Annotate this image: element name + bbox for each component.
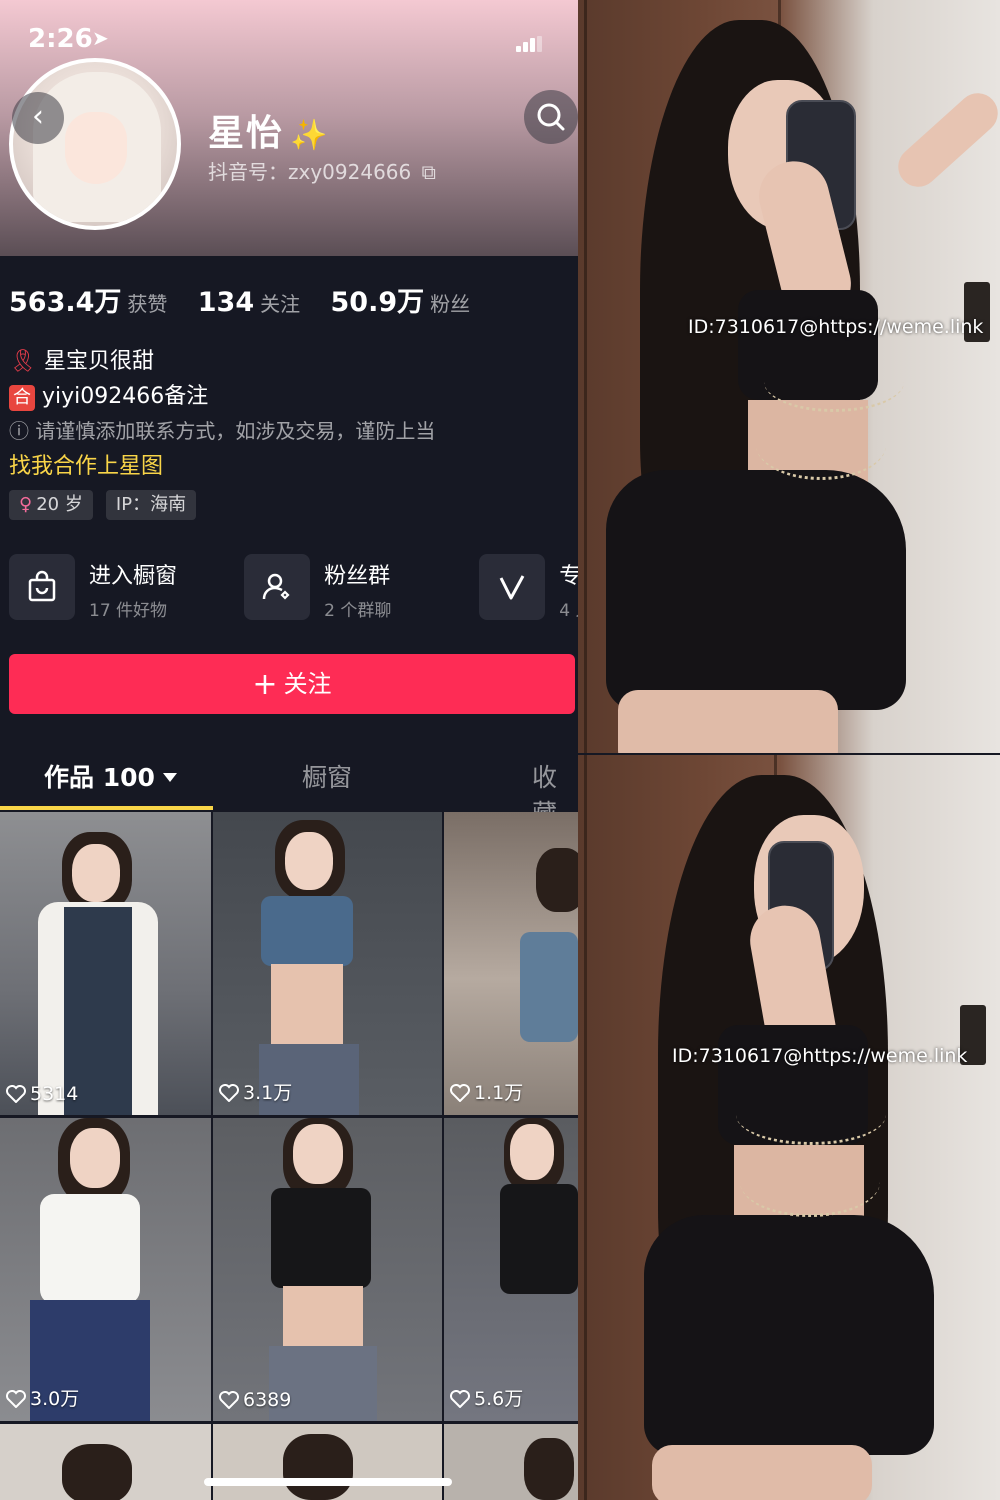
search-button[interactable] — [524, 90, 578, 144]
copy-icon[interactable]: ⧉ — [422, 160, 436, 184]
ip-tag: IP：海南 — [105, 490, 197, 520]
like-count: 6389 — [219, 1389, 291, 1411]
profile-nickname: 星怡 ✨ — [208, 104, 329, 156]
search-icon — [537, 103, 565, 131]
location-arrow-icon: ➤ — [92, 26, 109, 50]
photo-watermark: ID:7310617@https://weme.link — [688, 316, 984, 338]
avatar[interactable] — [9, 58, 181, 230]
like-count: 5.6万 — [450, 1384, 523, 1411]
heart-icon — [6, 1085, 26, 1104]
entry-sub: 4 人加 — [559, 601, 578, 621]
video-thumbnail[interactable]: 1.1万 — [444, 812, 578, 1115]
signal-icon — [516, 36, 542, 52]
video-thumbnail[interactable]: 3.1万 — [213, 812, 442, 1115]
status-time: 2:26 — [28, 24, 93, 54]
tab-indicator — [0, 806, 213, 810]
back-button[interactable]: ‹ — [12, 92, 64, 144]
entry-sub: 2 个群聊 — [324, 601, 392, 621]
profile-stats: 563.4万 获赞 134 关注 50.9万 粉丝 — [9, 280, 494, 319]
plus-icon: + — [252, 667, 278, 702]
video-thumbnail[interactable]: 5.6万 — [444, 1118, 578, 1421]
status-bar: 2:26 ➤ — [28, 24, 578, 58]
heart-icon — [6, 1390, 26, 1409]
bio-line-2: yiyi092466备注 — [42, 384, 209, 409]
douyin-id-text: 抖音号：zxy0924666 — [208, 160, 412, 184]
video-thumbnail[interactable] — [0, 1424, 211, 1500]
follow-button[interactable]: + 关注 — [9, 654, 575, 714]
content-tabs: 作品 100 橱窗 收藏 — [0, 740, 578, 828]
video-thumbnail[interactable] — [213, 1424, 442, 1500]
home-indicator[interactable] — [204, 1478, 452, 1486]
shopping-bag-icon — [28, 570, 56, 602]
nickname-text: 星怡 — [208, 113, 285, 154]
info-icon: ⓘ — [9, 419, 29, 443]
profile-bio: 🎗 星宝贝很甜 合 yiyi092466备注 ⓘ 请谨慎添加联系方式，如涉及交易… — [9, 344, 435, 484]
video-thumbnail[interactable]: 5314 — [0, 812, 211, 1115]
profile-screen: 2:26 ➤ ‹ 星怡 ✨ 抖音号：zxy0924666 ⧉ 563.4万 获赞 1… — [0, 0, 578, 1500]
stat-likes[interactable]: 563.4万 获赞 — [9, 280, 167, 319]
profile-entries: 进入橱窗 17 件好物 粉丝群 2 个群聊 专属 4 人加 — [9, 554, 578, 622]
douyin-id[interactable]: 抖音号：zxy0924666 ⧉ — [208, 156, 436, 185]
heart-icon — [450, 1084, 470, 1103]
stat-following[interactable]: 134 关注 — [198, 287, 300, 318]
heart-icon — [450, 1390, 470, 1409]
like-count: 3.1万 — [219, 1078, 292, 1105]
entry-exclusive[interactable]: 专属 4 人加 — [479, 554, 578, 622]
heart-icon — [219, 1084, 239, 1103]
follow-button-label: 关注 — [283, 670, 332, 698]
v-icon — [499, 575, 525, 600]
stat-followers[interactable]: 50.9万 粉丝 — [331, 280, 471, 319]
profile-tags: ♀ 20 岁 IP：海南 — [9, 490, 204, 520]
entry-title: 进入橱窗 — [89, 564, 178, 589]
photo-watermark: ID:7310617@https://weme.link — [672, 1045, 968, 1067]
tab-shop-window[interactable]: 橱窗 — [302, 758, 352, 794]
entry-sub: 17 件好物 — [89, 601, 168, 621]
ribbon-icon: 🎗 — [9, 349, 37, 374]
entry-title: 专属 — [559, 564, 578, 589]
like-count: 3.0万 — [6, 1384, 79, 1411]
bio-line-1: 星宝贝很甜 — [43, 349, 154, 374]
video-thumbnail[interactable]: 6389 — [213, 1118, 442, 1421]
sparkle-icon: ✨ — [290, 118, 330, 153]
video-thumbnail[interactable]: 3.0万 — [0, 1118, 211, 1421]
group-icon — [262, 573, 290, 600]
chevron-left-icon: ‹ — [32, 99, 44, 134]
bio-warning: 请谨慎添加联系方式，如涉及交易，谨防上当 — [35, 419, 436, 443]
video-thumbnail[interactable] — [444, 1424, 578, 1500]
he-badge-icon: 合 — [9, 385, 35, 411]
caret-down-icon — [162, 773, 177, 782]
mirror-photo-top: ID:7310617@https://weme.link — [578, 0, 1000, 753]
star-map-link[interactable]: 找我合作上星图 — [9, 449, 435, 484]
tab-works[interactable]: 作品 100 — [44, 758, 177, 794]
entry-fan-group[interactable]: 粉丝群 2 个群聊 — [244, 554, 474, 622]
entry-shop-window[interactable]: 进入橱窗 17 件好物 — [9, 554, 239, 622]
age-tag: ♀ 20 岁 — [9, 490, 93, 520]
mirror-photo-bottom: ID:7310617@https://weme.link — [578, 755, 1000, 1500]
entry-title: 粉丝群 — [324, 564, 391, 589]
like-count: 1.1万 — [450, 1078, 523, 1105]
heart-icon — [219, 1391, 239, 1410]
female-icon: ♀ — [19, 494, 33, 515]
like-count: 5314 — [6, 1083, 78, 1105]
